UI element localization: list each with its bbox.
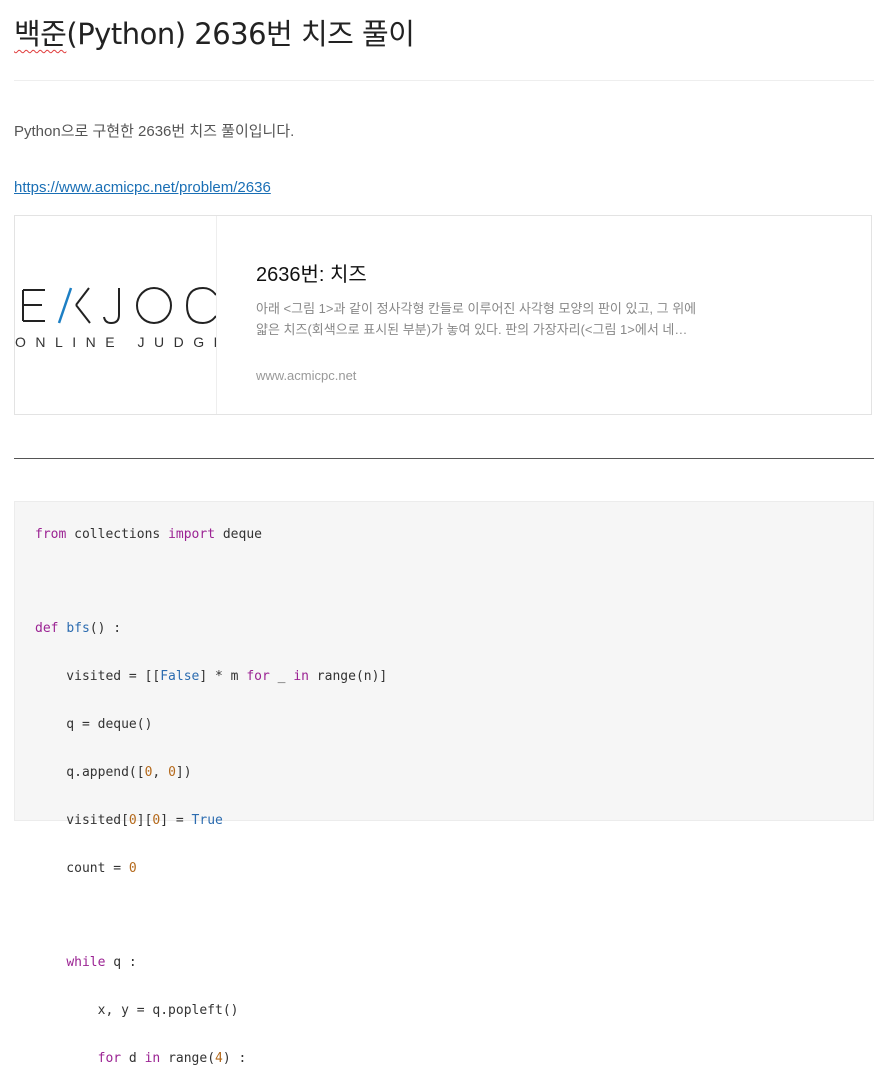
logo-subtext: ONLINE JUDGE (15, 334, 216, 350)
card-desc-line: 아래 <그림 1>과 같이 정사각형 칸들로 이루어진 사각형 모양의 판이 있… (256, 301, 697, 316)
section-divider (14, 458, 874, 459)
code-line: while q : (66, 955, 137, 970)
code-line: from collections import deque (35, 527, 262, 542)
code-content: from collections import deque def bfs() … (35, 523, 387, 1071)
title-rest: (Python) 2636번 치즈 풀이 (66, 17, 415, 51)
logo-letters (22, 286, 216, 325)
code-block: from collections import deque def bfs() … (14, 501, 874, 1066)
title-divider (14, 80, 874, 81)
card-desc-line: 얇은 치즈(회색으로 표시된 부분)가 놓여 있다. 판의 가장자리(<그림 1… (256, 322, 688, 337)
code-line: q = deque() (35, 717, 153, 732)
code-line: visited[0][0] = True (35, 813, 223, 828)
card-thumbnail: ONLINE JUDGE (15, 216, 217, 414)
intro-text: Python으로 구현한 2636번 치즈 풀이입니다. (14, 123, 295, 140)
code-line: count = 0 (35, 861, 137, 876)
card-domain: www.acmicpc.net (256, 368, 357, 383)
code-line: visited = [[False] * m for _ in range(n)… (35, 669, 388, 684)
problem-link[interactable]: https://www.acmicpc.net/problem/2636 (14, 179, 271, 196)
link-preview-card[interactable]: ONLINE JUDGE 2636번: 치즈 아래 <그림 1>과 같이 정사각… (14, 215, 872, 415)
post-title: 백준(Python) 2636번 치즈 풀이 (14, 14, 415, 54)
code-line: for d in range(4) : (97, 1051, 247, 1066)
card-description: 아래 <그림 1>과 같이 정사각형 칸들로 이루어진 사각형 모양의 판이 있… (256, 298, 726, 340)
title-prefix: 백준 (14, 17, 67, 51)
code-line: def bfs() : (35, 621, 122, 636)
code-line: x, y = q.popleft() (35, 1003, 239, 1018)
code-line: q.append([0, 0]) (35, 765, 192, 780)
boj-logo-image: ONLINE JUDGE (15, 286, 216, 350)
card-title[interactable]: 2636번: 치즈 (256, 258, 367, 287)
